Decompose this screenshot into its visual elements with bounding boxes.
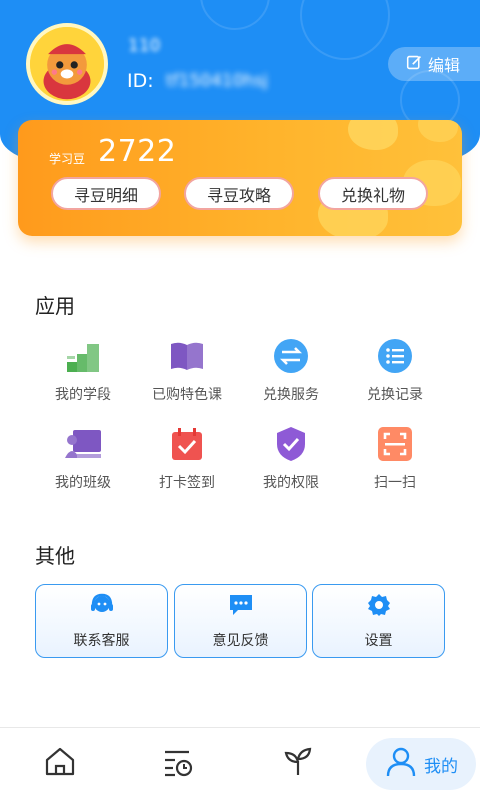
bean-detail-button[interactable]: 寻豆明细 bbox=[51, 177, 161, 210]
app-label: 扫一扫 bbox=[374, 475, 416, 491]
bean-card: 学习豆 2722 寻豆明细 寻豆攻略 兑换礼物 bbox=[18, 120, 462, 236]
bean-guide-button[interactable]: 寻豆攻略 bbox=[184, 177, 294, 210]
classroom-icon bbox=[63, 424, 103, 464]
app-purchased-courses[interactable]: 已购特色课 bbox=[131, 336, 243, 416]
app-label: 我的班级 bbox=[55, 475, 111, 491]
history-icon bbox=[161, 745, 195, 783]
app-exchange-records[interactable]: 兑换记录 bbox=[339, 336, 451, 416]
apps-section-title: 应用 bbox=[35, 294, 75, 318]
app-label: 我的学段 bbox=[55, 387, 111, 403]
app-scan[interactable]: 扫一扫 bbox=[339, 424, 451, 504]
other-section-title: 其他 bbox=[35, 544, 75, 568]
user-name: 110 bbox=[128, 36, 161, 56]
app-label: 兑换记录 bbox=[367, 387, 423, 403]
nav-mine-label: 我的 bbox=[424, 756, 458, 777]
book-icon bbox=[167, 336, 207, 376]
gear-icon bbox=[366, 592, 392, 622]
other-label: 联系客服 bbox=[73, 633, 130, 649]
app-label: 已购特色课 bbox=[152, 387, 222, 403]
bean-label: 学习豆 bbox=[49, 152, 86, 166]
shield-check-icon bbox=[271, 424, 311, 464]
nav-history[interactable] bbox=[156, 738, 200, 790]
edit-button[interactable]: 编辑 bbox=[388, 47, 480, 81]
edit-icon bbox=[406, 54, 423, 75]
edit-label: 编辑 bbox=[428, 56, 461, 75]
feedback-button[interactable]: 意见反馈 bbox=[174, 584, 307, 658]
nav-mine[interactable]: 我的 bbox=[366, 738, 476, 790]
stairs-icon bbox=[63, 336, 103, 376]
sprout-icon bbox=[281, 745, 315, 783]
app-label: 我的权限 bbox=[263, 475, 319, 491]
app-my-class[interactable]: 我的班级 bbox=[27, 424, 139, 504]
headset-icon bbox=[89, 592, 115, 622]
feedback-icon bbox=[228, 592, 254, 622]
calendar-check-icon bbox=[167, 424, 207, 464]
home-icon bbox=[43, 745, 77, 783]
app-my-stage[interactable]: 我的学段 bbox=[27, 336, 139, 416]
redeem-gift-button[interactable]: 兑换礼物 bbox=[318, 177, 428, 210]
list-icon bbox=[375, 336, 415, 376]
bean-count: 2722 bbox=[98, 134, 177, 169]
bottom-nav: 我的 bbox=[0, 727, 480, 800]
app-check-in[interactable]: 打卡签到 bbox=[131, 424, 243, 504]
other-label: 意见反馈 bbox=[212, 633, 269, 649]
user-icon bbox=[384, 745, 418, 783]
nav-growth[interactable] bbox=[276, 738, 320, 790]
app-label: 打卡签到 bbox=[159, 475, 215, 491]
other-label: 设置 bbox=[364, 633, 393, 649]
exchange-icon bbox=[271, 336, 311, 376]
app-label: 兑换服务 bbox=[263, 387, 319, 403]
user-id-value: tf150410hsj bbox=[166, 71, 268, 91]
nav-home[interactable] bbox=[38, 738, 82, 790]
app-exchange-service[interactable]: 兑换服务 bbox=[235, 336, 347, 416]
scan-icon bbox=[375, 424, 415, 464]
settings-button[interactable]: 设置 bbox=[312, 584, 445, 658]
avatar[interactable] bbox=[26, 23, 108, 105]
app-my-permissions[interactable]: 我的权限 bbox=[235, 424, 347, 504]
user-id-label: ID: bbox=[127, 70, 154, 92]
customer-service-button[interactable]: 联系客服 bbox=[35, 584, 168, 658]
